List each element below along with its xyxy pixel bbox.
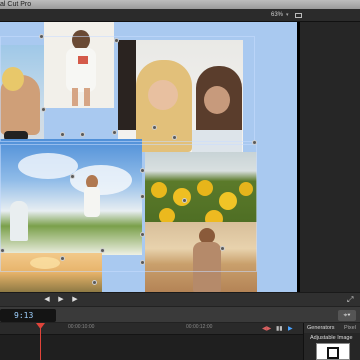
transform-handle[interactable] — [41, 107, 46, 112]
generator-thumbnail[interactable] — [316, 343, 350, 360]
playhead[interactable] — [40, 323, 41, 360]
play-button[interactable]: ▶ — [56, 295, 66, 305]
generators-header: Generators Pixel — [304, 323, 360, 333]
transform-handle[interactable] — [152, 125, 157, 130]
transform-handle[interactable] — [60, 256, 65, 261]
viewer[interactable] — [0, 22, 300, 292]
transform-handle[interactable] — [39, 34, 44, 39]
timeline-controls: ◀▶ ▮▮ ▶ — [262, 325, 302, 334]
transform-handle[interactable] — [140, 260, 145, 265]
photo-dress-woman[interactable] — [44, 22, 114, 108]
transform-handle[interactable] — [252, 140, 257, 145]
transform-handle[interactable] — [100, 248, 105, 253]
photo-beach-woman[interactable] — [145, 222, 257, 292]
generators-browser: Generators Pixel Adjustable Image — [303, 323, 360, 360]
transform-handle[interactable] — [172, 135, 177, 140]
generator-item-label: Adjustable Image — [310, 335, 353, 341]
transform-handle[interactable] — [0, 248, 5, 253]
transform-handle[interactable] — [114, 38, 119, 43]
title-bar: al Cut Pro — [0, 0, 360, 9]
app-title: al Cut Pro — [0, 1, 32, 8]
generators-label[interactable]: Generators — [307, 323, 335, 333]
timecode-display[interactable]: 9:13 — [0, 309, 56, 322]
transform-handle[interactable] — [60, 132, 65, 137]
select-tool-button[interactable]: ⌖▾ — [338, 310, 356, 321]
previous-frame-button[interactable]: ◀ — [42, 295, 52, 305]
viewer-side-area — [300, 22, 360, 292]
timeline-ruler[interactable]: 00:00:10:00 00:00:12:00 — [0, 323, 303, 335]
transform-handle[interactable] — [92, 280, 97, 285]
skimming-icon[interactable]: ▶ — [288, 325, 293, 334]
viewer-header: 63% ▾ — [0, 9, 360, 22]
photo-two-women[interactable] — [118, 40, 243, 152]
transform-handle[interactable] — [182, 198, 187, 203]
transform-handle[interactable] — [140, 232, 145, 237]
next-frame-button[interactable]: ▶ — [70, 295, 80, 305]
transport-bar: ◀ ▶ ▶ ⤢ — [0, 292, 360, 306]
transform-handle[interactable] — [140, 168, 145, 173]
view-options-button[interactable] — [294, 11, 303, 20]
timeline-toolbar: 9:13 ⌖▾ — [0, 306, 360, 323]
zoom-level[interactable]: 63% — [271, 9, 283, 22]
fullscreen-icon[interactable]: ⤢ — [347, 295, 353, 305]
ruler-tick-label: 00:00:10:00 — [68, 324, 95, 330]
ruler-tick-label: 00:00:12:00 — [186, 324, 213, 330]
audio-skimming-icon[interactable]: ▮▮ — [276, 325, 283, 334]
transform-handle[interactable] — [140, 194, 145, 199]
transform-handle[interactable] — [70, 174, 75, 179]
chevron-down-icon[interactable]: ▾ — [286, 9, 289, 22]
snapping-icon[interactable]: ◀▶ — [262, 325, 271, 334]
final-cut-pro-window: al Cut Pro 63% ▾ ◀ ▶ ▶ ⤢ 9:13 ⌖▾ 00:00:1… — [0, 0, 360, 360]
composite-canvas — [0, 22, 297, 292]
timecode-value: 9:13 — [14, 311, 34, 320]
photo-flower-field[interactable] — [0, 139, 142, 255]
transform-handle[interactable] — [112, 130, 117, 135]
pixel-label[interactable]: Pixel — [344, 323, 356, 333]
timeline[interactable]: 00:00:10:00 00:00:12:00 ◀▶ ▮▮ ▶ — [0, 323, 303, 360]
transform-handle[interactable] — [80, 132, 85, 137]
photo-sunset-field[interactable] — [0, 253, 102, 292]
transform-handle[interactable] — [220, 246, 225, 251]
